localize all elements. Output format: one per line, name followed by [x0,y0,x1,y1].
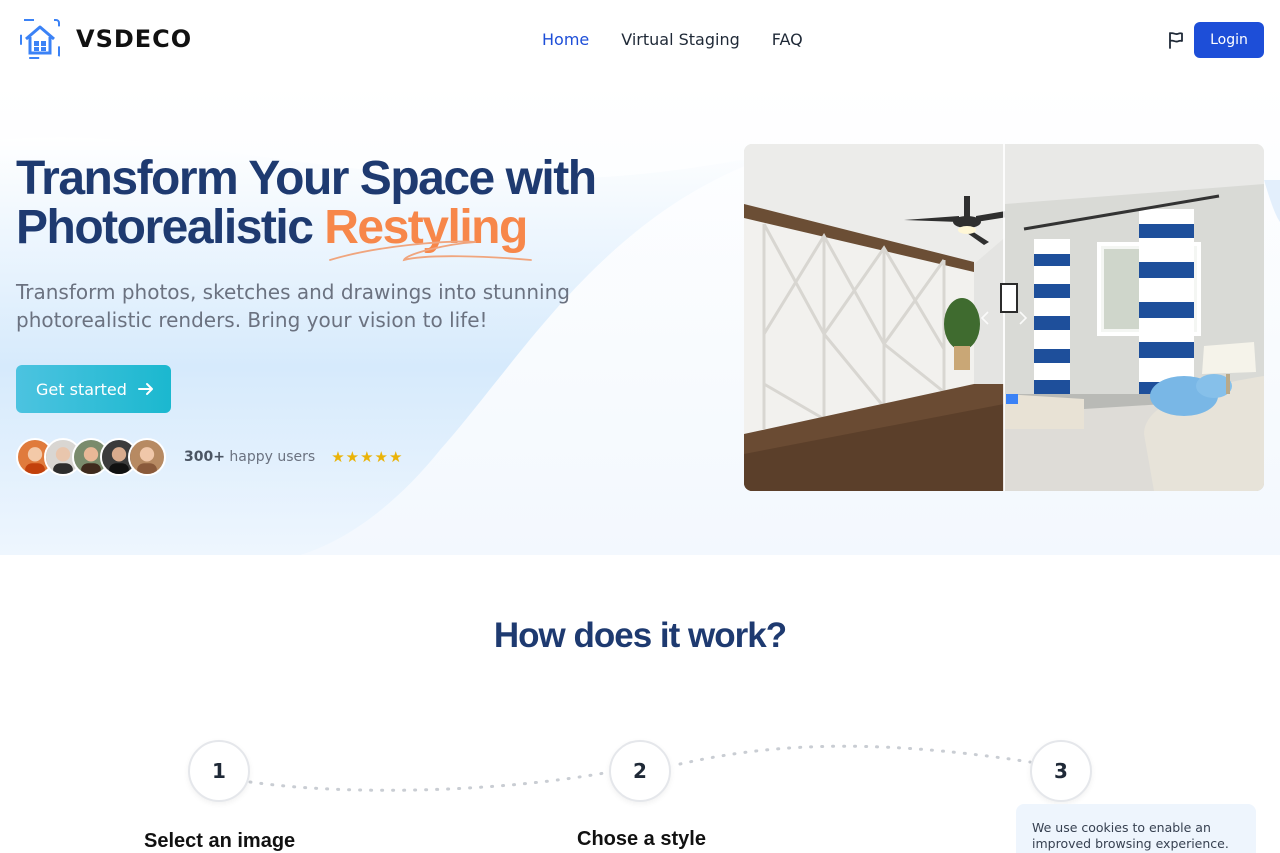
step-1-label: Select an image [144,830,296,852]
how-it-works-title: How does it work? [493,616,787,655]
before-after-slider[interactable] [744,144,1264,491]
brand-name: VSDECO [76,25,193,53]
get-started-label: Get started [36,379,127,399]
users-count: 300+ [184,449,225,465]
hero-title-line2: Photorealistic [16,201,325,254]
brand-logo[interactable]: VSDECO [20,19,192,59]
arrow-right-icon [137,383,153,395]
step-2-label: Chose a style [577,828,706,850]
cookie-text: We use cookies to enable an improved bro… [1032,820,1229,851]
nav-home[interactable]: Home [542,30,589,49]
nav-virtual-staging[interactable]: Virtual Staging [621,30,740,49]
cookie-banner: We use cookies to enable an improved bro… [1016,804,1256,853]
main-nav: Home Virtual Staging FAQ [542,30,835,49]
user-avatars [16,438,166,476]
avatar [128,438,166,476]
rating-stars-icon: ★★★★★ [331,448,404,466]
flag-icon[interactable] [1166,30,1186,50]
hero-title-line1: Transform Your Space with [16,152,597,205]
hero-section: Transform Your Space with Photorealistic… [0,80,1280,555]
house-logo-icon [20,19,60,59]
step-2-badge: 2 [609,740,671,802]
happy-users-text: 300+ happy users [184,449,315,465]
nav-faq[interactable]: FAQ [772,30,803,49]
step-3-badge: 3 [1030,740,1092,802]
hero-subtitle: Transform photos, sketches and drawings … [16,280,570,332]
step-1-badge: 1 [188,740,250,802]
site-header: VSDECO Home Virtual Staging FAQ Login [0,0,1280,80]
get-started-button[interactable]: Get started [16,365,171,413]
login-button[interactable]: Login [1194,22,1264,58]
users-label: happy users [224,449,316,465]
social-proof: 300+ happy users ★★★★★ [16,437,403,477]
accent-underline-icon [329,240,532,262]
